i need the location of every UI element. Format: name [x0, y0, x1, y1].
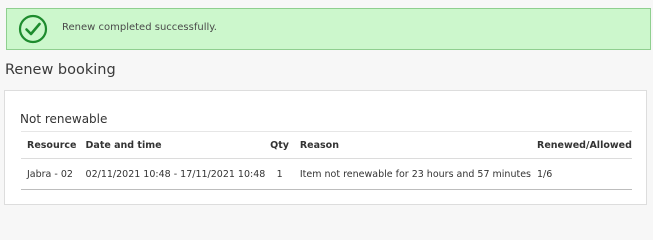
table-row: Jabra - 02 02/11/2021 10:48 - 17/11/2021…: [21, 158, 632, 190]
alert-message: Renew completed successfully.: [62, 22, 217, 33]
cell-qty: 1: [265, 158, 294, 190]
page-title: Renew booking: [5, 62, 116, 78]
cell-reason: Item not renewable for 23 hours and 57 m…: [293, 158, 531, 190]
cell-renewed-allowed: 1/6: [531, 158, 632, 190]
section-title: Not renewable: [20, 112, 108, 126]
column-header-resource: Resource: [21, 131, 80, 159]
column-header-qty: Qty: [265, 131, 294, 159]
table-header-row: Resource Date and time Qty Reason Renewe…: [21, 131, 632, 159]
checkmark-circle-icon: [18, 14, 48, 44]
not-renewable-table: Resource Date and time Qty Reason Renewe…: [21, 131, 632, 190]
success-alert: Renew completed successfully.: [6, 8, 651, 50]
column-header-renewed-allowed: Renewed/Allowed: [531, 131, 632, 159]
cell-resource: Jabra - 02: [21, 158, 80, 190]
column-header-datetime: Date and time: [79, 131, 266, 159]
column-header-reason: Reason: [293, 131, 531, 159]
cell-datetime: 02/11/2021 10:48 - 17/11/2021 10:48: [79, 158, 266, 190]
not-renewable-panel: Not renewable Resource Date and time Qty…: [4, 90, 647, 205]
